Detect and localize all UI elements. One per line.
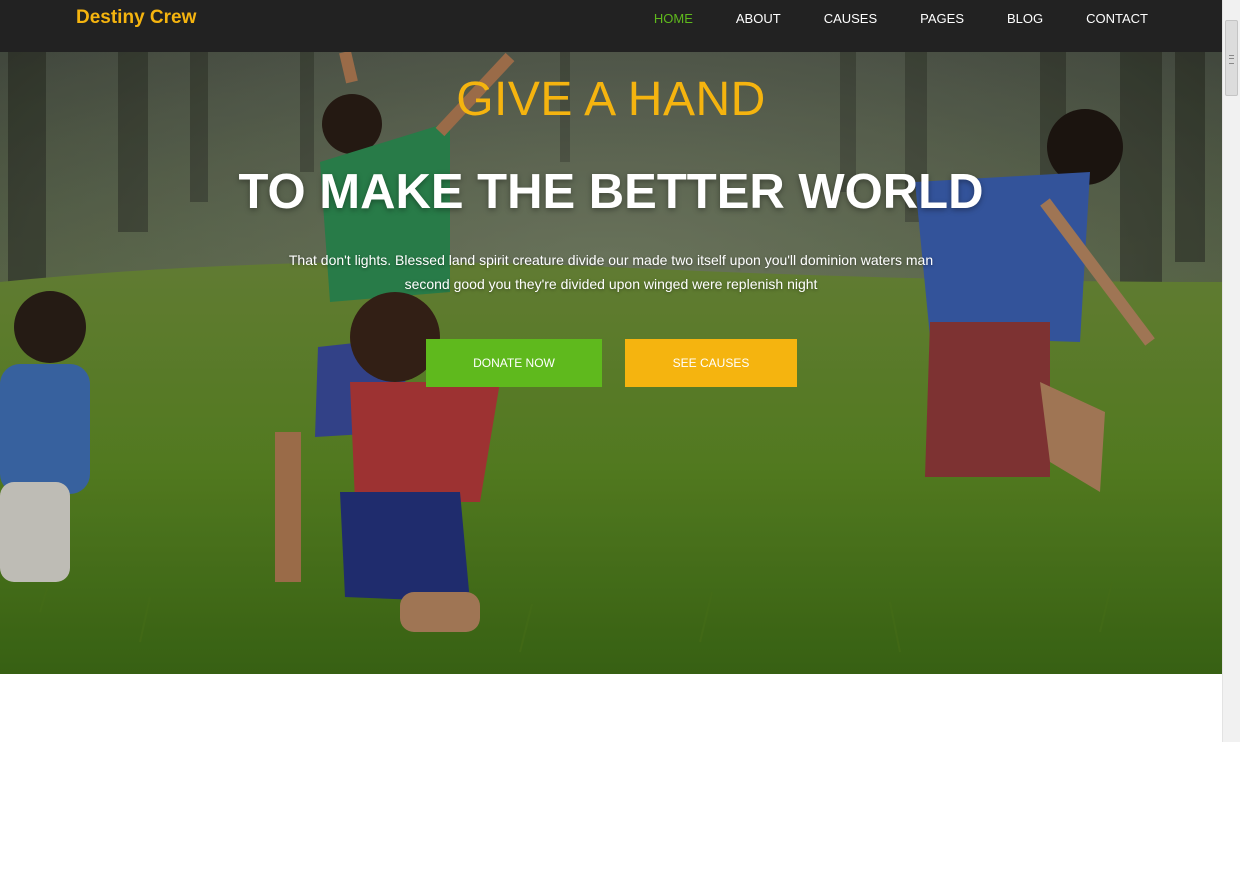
- scrollbar-grip-icon: [1229, 55, 1234, 64]
- top-navbar: Destiny Crew HOME ABOUT CAUSES PAGES BLO…: [0, 0, 1222, 52]
- nav-item-causes[interactable]: CAUSES: [824, 11, 877, 26]
- nav-item-contact[interactable]: CONTACT: [1086, 11, 1148, 26]
- hero-title: TO MAKE THE BETTER WORLD: [238, 165, 984, 219]
- nav-item-pages[interactable]: PAGES: [920, 11, 964, 26]
- hero-description: That don't lights. Blessed land spirit c…: [288, 252, 934, 292]
- brand-logo[interactable]: Destiny Crew: [76, 7, 196, 29]
- hero-banner: GIVE A HAND TO MAKE THE BETTER WORLD Tha…: [0, 52, 1222, 674]
- nav-item-blog[interactable]: BLOG: [1007, 11, 1043, 26]
- nav-item-about[interactable]: ABOUT: [736, 11, 781, 26]
- vertical-scrollbar[interactable]: [1222, 0, 1240, 742]
- scrollbar-thumb[interactable]: [1225, 20, 1238, 96]
- hero-subtitle: GIVE A HAND: [456, 73, 766, 126]
- hero-overlay: [0, 52, 1222, 674]
- nav-item-home[interactable]: HOME: [654, 11, 693, 26]
- nav-menu: HOME ABOUT CAUSES PAGES BLOG CONTACT: [611, 0, 1148, 36]
- donate-now-button[interactable]: DONATE NOW: [426, 339, 602, 387]
- page: Destiny Crew HOME ABOUT CAUSES PAGES BLO…: [0, 0, 1240, 874]
- see-causes-button[interactable]: SEE CAUSES: [625, 339, 797, 387]
